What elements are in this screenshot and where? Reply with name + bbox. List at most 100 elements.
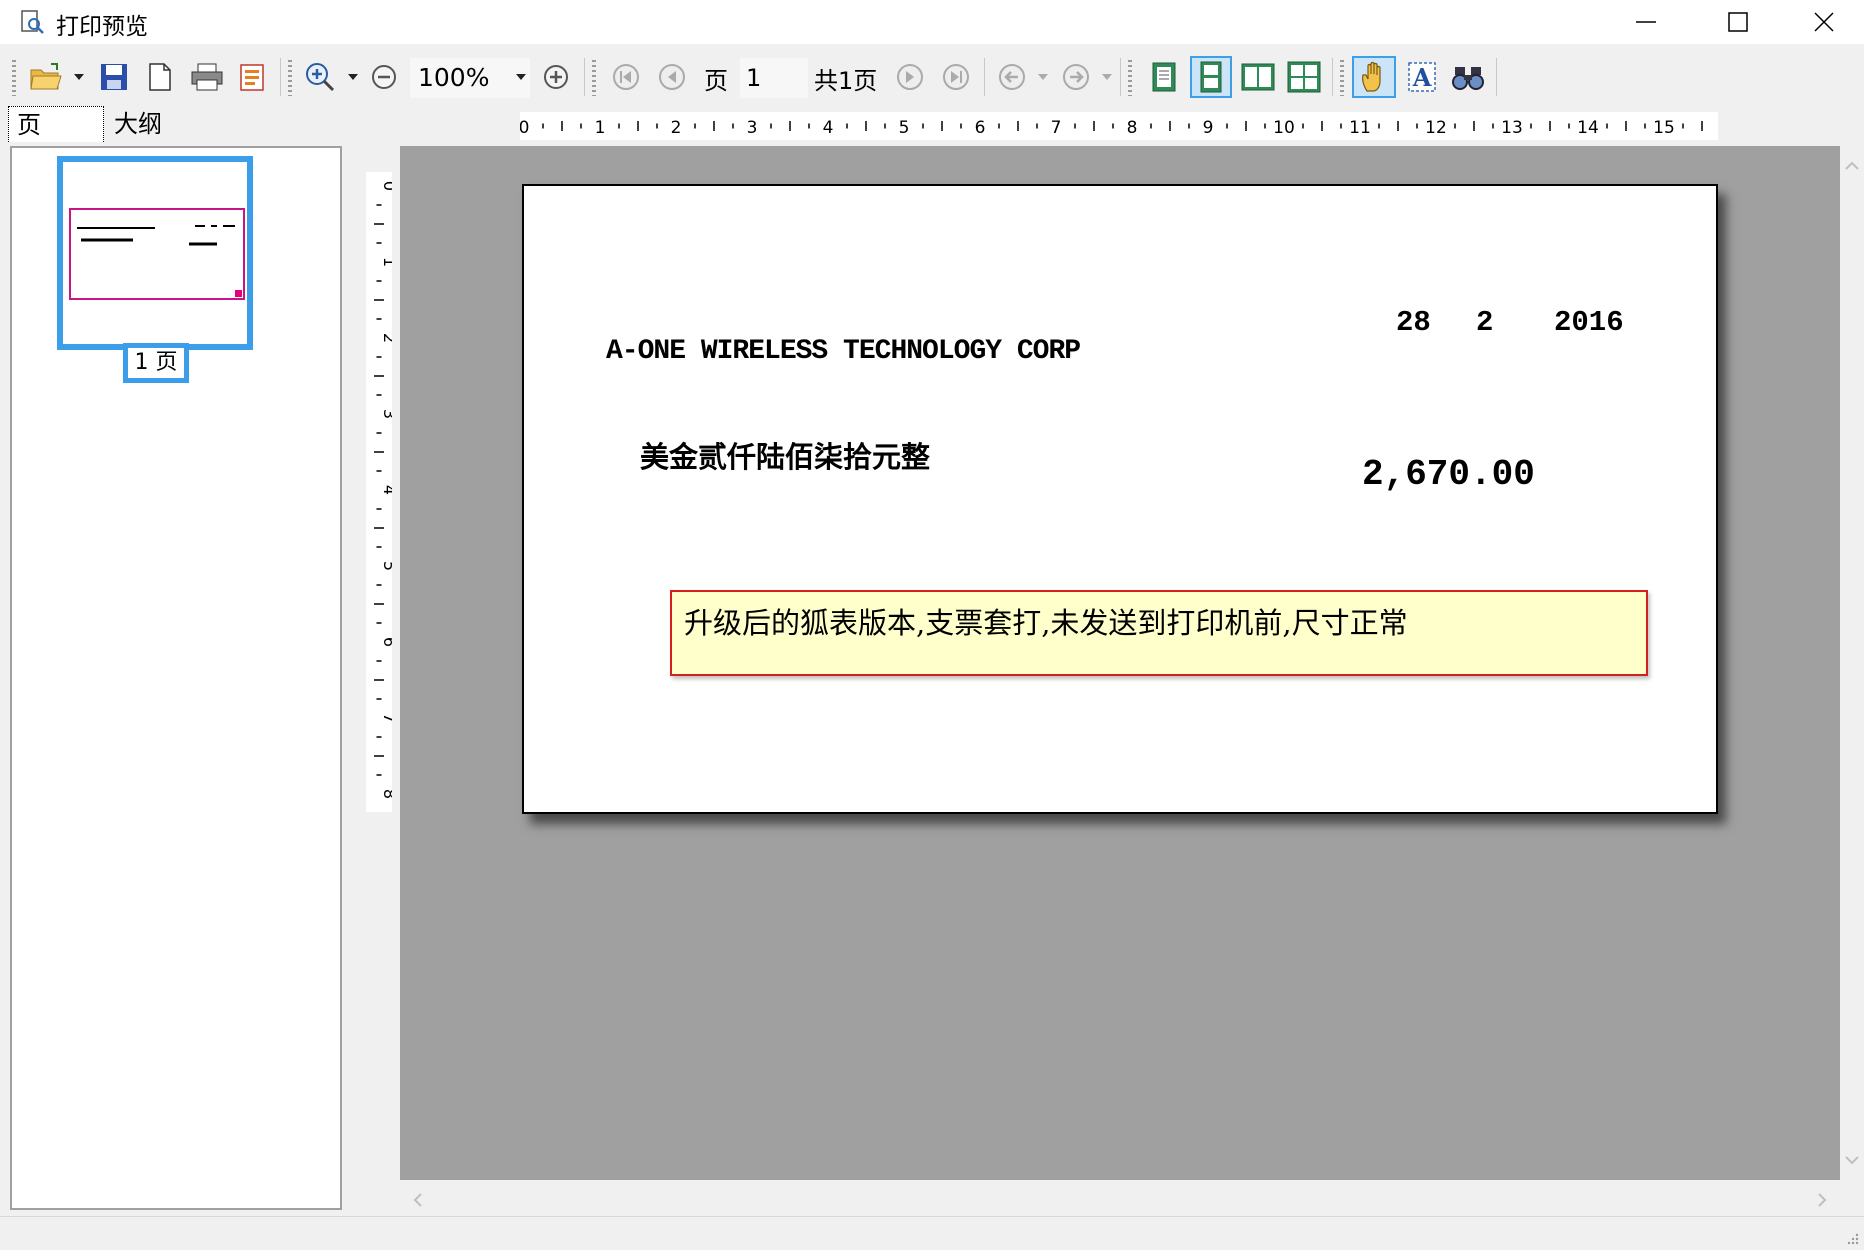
first-page-button[interactable] <box>608 56 644 98</box>
toolbar-grip[interactable] <box>1340 60 1344 96</box>
vertical-ruler-label: 4 <box>380 485 392 495</box>
next-page-button[interactable] <box>892 56 928 98</box>
back-button[interactable] <box>994 56 1030 98</box>
continuous-page-icon <box>1200 61 1222 93</box>
page-setup-button[interactable] <box>140 56 180 98</box>
back-icon <box>999 64 1025 90</box>
total-pages-label: 共1页 <box>814 67 878 95</box>
toolbar-grip[interactable] <box>1128 60 1132 96</box>
print-preview-app-icon <box>21 10 44 34</box>
toolbar-separator <box>1332 58 1333 96</box>
zoom-out-button[interactable] <box>366 56 402 98</box>
save-icon <box>101 64 127 90</box>
thumbnail-page-label: 1 页 <box>123 343 189 383</box>
vertical-ruler-label: 5 <box>380 561 392 571</box>
two-page-icon <box>1241 63 1275 91</box>
next-page-icon <box>897 64 923 90</box>
tab-pages[interactable]: 页 <box>8 106 104 142</box>
open-button[interactable] <box>26 56 66 98</box>
horizontal-ruler-label: 0 <box>520 118 529 138</box>
continuous-view-button[interactable] <box>1190 56 1232 98</box>
save-button[interactable] <box>94 56 134 98</box>
zoom-reset-button[interactable] <box>538 56 574 98</box>
toolbar-separator <box>584 58 585 96</box>
horizontal-ruler-label: 1 <box>595 118 606 138</box>
vertical-ruler-label: 6 <box>380 637 392 647</box>
scroll-up-icon[interactable] <box>1840 154 1864 178</box>
zoom-in-dropdown-arrow[interactable] <box>348 74 358 80</box>
check-page: A-ONE WIRELESS TECHNOLOGY CORP 28 2 2016… <box>522 184 1718 814</box>
multi-page-view-button[interactable] <box>1284 56 1324 98</box>
horizontal-ruler-label: 12 <box>1425 118 1447 138</box>
zoom-level-field[interactable]: 100% <box>410 58 530 98</box>
prev-page-icon <box>659 64 685 90</box>
minimize-button[interactable] <box>1600 0 1692 44</box>
date-day: 28 <box>1396 306 1431 339</box>
horizontal-ruler: 0 1 2 3 4 5 6 7 8 9 10 11 12 13 14 15 <box>520 112 1718 140</box>
toolbar-grip[interactable] <box>288 60 292 96</box>
page-setup-icon <box>149 63 171 91</box>
date-year: 2016 <box>1554 306 1624 339</box>
forward-dropdown-arrow[interactable] <box>1102 74 1112 80</box>
horizontal-ruler-label: 10 <box>1273 118 1295 138</box>
text-select-button[interactable]: A <box>1402 56 1442 98</box>
thumbnail-content <box>77 225 242 297</box>
preview-area[interactable]: A-ONE WIRELESS TECHNOLOGY CORP 28 2 2016… <box>400 146 1840 1180</box>
open-dropdown-arrow[interactable] <box>74 74 84 80</box>
forward-button[interactable] <box>1058 56 1094 98</box>
zoom-out-icon <box>372 65 396 89</box>
toolbar-separator <box>280 58 281 96</box>
minimize-icon <box>1636 21 1656 23</box>
print-button[interactable] <box>186 56 228 98</box>
vertical-scrollbar[interactable] <box>1840 146 1864 1180</box>
zoom-level-dropdown-arrow[interactable] <box>516 74 526 80</box>
zoom-in-button[interactable] <box>300 56 340 98</box>
thumbnail-panel: 1 页 <box>10 146 342 1210</box>
page-number-input[interactable]: 1 <box>740 58 808 98</box>
thumbnail-page-preview <box>69 208 245 300</box>
last-page-button[interactable] <box>938 56 974 98</box>
toolbar-separator <box>1496 58 1497 96</box>
amount-in-words: 美金贰仟陆佰柒拾元整 <box>640 440 931 474</box>
last-page-icon <box>943 64 969 90</box>
vertical-ruler-label: 1 <box>380 257 392 267</box>
horizontal-scrollbar[interactable] <box>400 1184 1840 1216</box>
maximize-button[interactable] <box>1692 0 1784 44</box>
single-page-icon <box>1152 62 1176 92</box>
horizontal-ruler-label: 8 <box>1127 118 1138 138</box>
maximize-icon <box>1728 12 1748 32</box>
page-label: 页 <box>704 67 728 95</box>
resize-grip-icon[interactable] <box>1846 1232 1860 1246</box>
two-page-view-button[interactable] <box>1238 56 1278 98</box>
svg-text:A: A <box>1412 63 1432 92</box>
close-button[interactable] <box>1778 0 1864 44</box>
toolbar-grip[interactable] <box>592 60 596 96</box>
horizontal-ruler-label: 13 <box>1501 118 1523 138</box>
hand-tool-button[interactable] <box>1352 56 1396 98</box>
hand-tool-icon <box>1362 61 1381 92</box>
toolbar-grip[interactable] <box>12 60 16 96</box>
horizontal-ruler-label: 15 <box>1653 118 1675 138</box>
annotation-note: 升级后的狐表版本,支票套打,未发送到打印机前,尺寸正常 <box>670 590 1648 676</box>
back-dropdown-arrow[interactable] <box>1038 74 1048 80</box>
zoom-reset-icon <box>544 65 568 89</box>
payee-name: A-ONE WIRELESS TECHNOLOGY CORP <box>606 336 1081 367</box>
single-page-view-button[interactable] <box>1144 56 1184 98</box>
tab-outline[interactable]: 大纲 <box>106 106 202 142</box>
page-thumbnail[interactable] <box>57 156 253 350</box>
export-button[interactable] <box>232 56 272 98</box>
find-button[interactable] <box>1448 56 1488 98</box>
scroll-down-icon[interactable] <box>1840 1148 1864 1172</box>
horizontal-ruler-label: 14 <box>1577 118 1599 138</box>
scroll-right-icon[interactable] <box>1810 1188 1834 1212</box>
vertical-ruler-label: 7 <box>380 713 392 723</box>
scroll-left-icon[interactable] <box>406 1188 430 1212</box>
print-preview-window: 打印预览 100% 页 1 共1页 A 页 大纲 1 页 0 1 2 3 4 5… <box>0 0 1864 1250</box>
horizontal-ruler-label: 4 <box>823 118 834 138</box>
date-month: 2 <box>1476 306 1494 339</box>
toolbar: 100% 页 1 共1页 A <box>0 50 1864 104</box>
prev-page-button[interactable] <box>654 56 690 98</box>
vertical-ruler-label: 3 <box>380 409 392 419</box>
export-icon <box>240 64 264 91</box>
vertical-ruler-label: 0 <box>380 181 392 191</box>
